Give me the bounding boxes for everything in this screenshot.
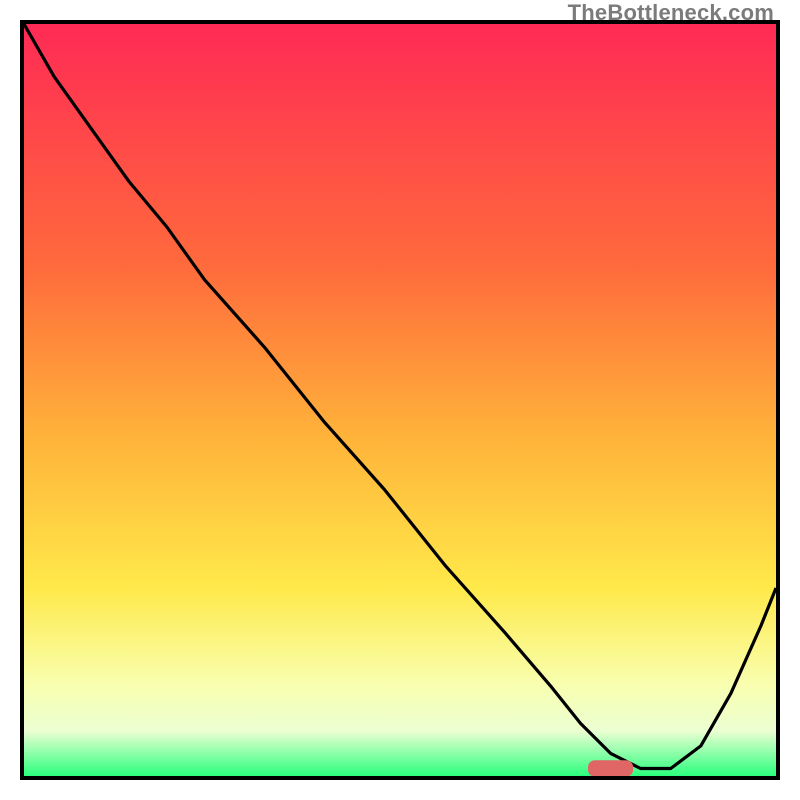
chart-frame (20, 20, 780, 780)
watermark-text: TheBottleneck.com (568, 0, 774, 26)
gradient-bg (24, 24, 776, 776)
chart-svg (24, 24, 776, 776)
optimum-marker (588, 760, 633, 776)
